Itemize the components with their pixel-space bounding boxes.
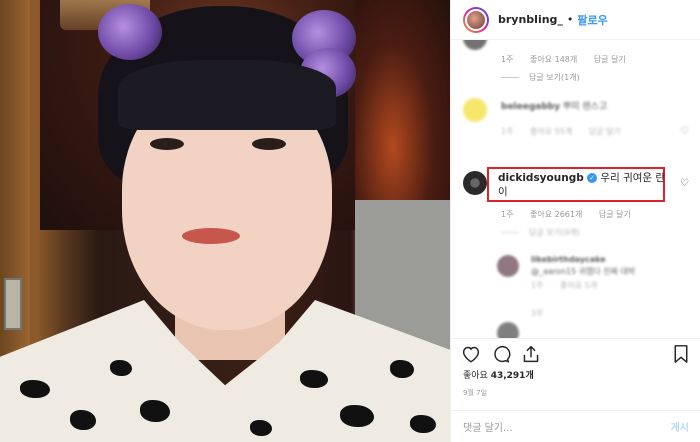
comment-like-icon[interactable]: ♡	[680, 178, 689, 189]
leopard-spot	[250, 420, 272, 436]
comment-form: 댓글 달기... 게시	[451, 410, 700, 442]
comment-meta: 1주 좋아요 148개 답글 달기	[501, 54, 640, 65]
comment-meta: 1주 좋아요 2661개 답글 달기	[501, 209, 645, 220]
comment-likes[interactable]: 좋아요 2661개	[530, 210, 582, 219]
leopard-spot	[300, 370, 328, 388]
reply-avatar[interactable]	[497, 322, 519, 338]
comment-avatar[interactable]	[463, 40, 487, 50]
lips	[182, 228, 240, 244]
leopard-spot	[390, 360, 414, 378]
reply-body: likebirthdaycake @_aaron15 귀엽다 진짜 대박	[531, 255, 636, 276]
comment-body: dickidsyoungb ✓ 우리 귀여운 란 이	[498, 171, 665, 199]
comment-avatar[interactable]	[463, 98, 487, 122]
comment-avatar[interactable]	[463, 171, 487, 195]
heart-icon[interactable]	[461, 345, 481, 368]
view-replies-link[interactable]: 답글 보기(9개)	[501, 227, 580, 238]
comment-meta: 1주 좋아요 55개 답글 달기	[501, 127, 621, 136]
share-icon[interactable]	[521, 345, 541, 368]
follow-button[interactable]: 팔로우	[577, 12, 607, 28]
leopard-spot	[110, 360, 132, 376]
door-handle	[4, 278, 22, 330]
comment-username[interactable]: dickidsyoungb	[498, 172, 584, 184]
author-username[interactable]: brynbling_	[498, 13, 563, 26]
reply-meta: 3주	[531, 309, 544, 318]
leopard-spot	[140, 400, 170, 422]
reply-button[interactable]: 답글 달기	[599, 210, 631, 219]
like-count[interactable]: 좋아요 43,291개	[463, 368, 534, 381]
comment-likes[interactable]: 좋아요 148개	[530, 55, 577, 64]
comment-input[interactable]: 댓글 달기...	[463, 419, 513, 434]
reply-avatar[interactable]	[497, 255, 519, 277]
comment-like-icon[interactable]: ♡	[680, 126, 689, 137]
comments-list[interactable]: 1주 좋아요 148개 답글 달기 답글 보기(1개) beleegabby 뿌…	[451, 40, 700, 338]
comment-time: 1주	[501, 210, 514, 219]
post-photo[interactable]	[0, 0, 450, 442]
verified-badge-icon: ✓	[587, 173, 598, 183]
post-header: brynbling_ • 팔로우	[451, 0, 700, 40]
right-eye	[252, 138, 286, 150]
comment-text-cont: 이	[498, 186, 508, 198]
view-replies-link[interactable]: 답글 보기(1개)	[501, 72, 580, 83]
post-comment-button[interactable]: 게시	[671, 419, 689, 434]
comment-time: 1주	[501, 55, 514, 64]
reply-button[interactable]: 답글 달기	[594, 55, 626, 64]
leopard-spot	[340, 405, 374, 427]
leopard-spot	[70, 410, 96, 430]
bookmark-icon[interactable]	[673, 345, 689, 368]
comment-body: beleegabby 뿌띠 렌스고	[501, 102, 608, 112]
post-sidebar: brynbling_ • 팔로우 1주 좋아요 148개 답글 달기 답글 보기…	[450, 0, 700, 442]
bangs	[118, 60, 336, 130]
leopard-spot	[410, 415, 436, 433]
comment-icon[interactable]	[491, 345, 511, 368]
separator-dot: •	[566, 13, 574, 26]
author-avatar[interactable]	[463, 6, 489, 33]
leopard-spot	[20, 380, 50, 398]
hair-bun-left	[98, 4, 162, 60]
reply-meta: 1주 좋아요 5개	[531, 281, 598, 290]
action-bar	[451, 338, 700, 368]
background-poster-right	[355, 0, 450, 210]
left-eye	[150, 138, 184, 150]
comment-text: 우리 귀여운 란	[600, 172, 666, 184]
post-date[interactable]: 9월 7일	[463, 388, 487, 398]
